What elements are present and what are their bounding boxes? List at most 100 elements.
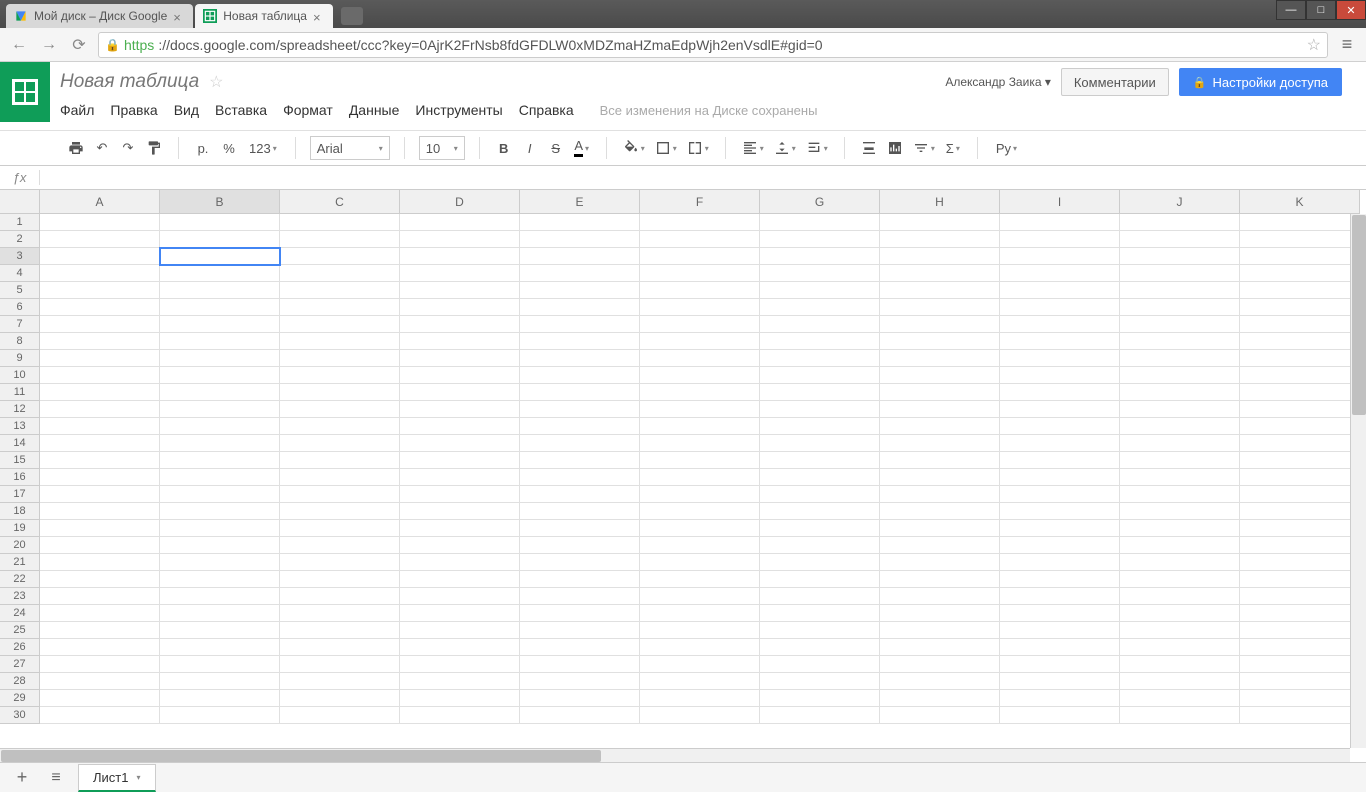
cell[interactable] — [760, 656, 880, 673]
cell[interactable] — [400, 639, 520, 656]
column-header[interactable]: K — [1240, 190, 1360, 214]
cell[interactable] — [880, 367, 1000, 384]
cell[interactable] — [880, 333, 1000, 350]
cell[interactable] — [160, 571, 280, 588]
cell[interactable] — [400, 452, 520, 469]
column-header[interactable]: C — [280, 190, 400, 214]
cell[interactable] — [760, 707, 880, 724]
cell[interactable] — [1120, 605, 1240, 622]
cell[interactable] — [880, 316, 1000, 333]
cell[interactable] — [1120, 537, 1240, 554]
all-sheets-button[interactable]: ≡ — [44, 766, 68, 790]
cell[interactable] — [1000, 656, 1120, 673]
horizontal-align-button[interactable]: ▾ — [740, 137, 766, 159]
cell[interactable] — [400, 282, 520, 299]
cell[interactable] — [160, 316, 280, 333]
cell[interactable] — [1120, 265, 1240, 282]
cell[interactable] — [880, 571, 1000, 588]
cell[interactable] — [1000, 265, 1120, 282]
cell[interactable] — [1000, 316, 1120, 333]
strikethrough-button[interactable]: S — [546, 137, 566, 159]
cell[interactable] — [280, 299, 400, 316]
cell[interactable] — [1240, 520, 1360, 537]
cell[interactable] — [1120, 554, 1240, 571]
cell[interactable] — [520, 503, 640, 520]
row-header[interactable]: 19 — [0, 520, 40, 537]
cell[interactable] — [1000, 520, 1120, 537]
cell[interactable] — [520, 554, 640, 571]
cell[interactable] — [400, 248, 520, 265]
cell[interactable] — [880, 673, 1000, 690]
cell[interactable] — [400, 503, 520, 520]
cell[interactable] — [880, 622, 1000, 639]
cell[interactable] — [640, 622, 760, 639]
row-header[interactable]: 2 — [0, 231, 40, 248]
cell[interactable] — [880, 282, 1000, 299]
cell[interactable] — [880, 503, 1000, 520]
cell[interactable] — [1240, 673, 1360, 690]
cell[interactable] — [280, 367, 400, 384]
cell[interactable] — [1120, 622, 1240, 639]
cell[interactable] — [1240, 435, 1360, 452]
cell[interactable] — [40, 435, 160, 452]
cell[interactable] — [400, 367, 520, 384]
cell[interactable] — [280, 214, 400, 231]
cell[interactable] — [760, 486, 880, 503]
cell[interactable] — [640, 265, 760, 282]
cell[interactable] — [1120, 707, 1240, 724]
cell[interactable] — [1240, 265, 1360, 282]
cell[interactable] — [40, 265, 160, 282]
cell[interactable] — [520, 571, 640, 588]
cell[interactable] — [400, 673, 520, 690]
cell[interactable] — [640, 231, 760, 248]
cell[interactable] — [640, 418, 760, 435]
cell[interactable] — [640, 588, 760, 605]
cell[interactable] — [40, 537, 160, 554]
cell[interactable] — [1120, 299, 1240, 316]
cell[interactable] — [280, 622, 400, 639]
cell[interactable] — [40, 231, 160, 248]
row-header[interactable]: 16 — [0, 469, 40, 486]
row-header[interactable]: 18 — [0, 503, 40, 520]
cell[interactable] — [640, 486, 760, 503]
cell[interactable] — [520, 690, 640, 707]
cell[interactable] — [760, 299, 880, 316]
cell[interactable] — [1000, 282, 1120, 299]
cell[interactable] — [1120, 656, 1240, 673]
browser-menu-button[interactable]: ≡ — [1336, 34, 1358, 56]
cell[interactable] — [280, 605, 400, 622]
window-maximize[interactable]: □ — [1306, 0, 1336, 20]
cell[interactable] — [280, 435, 400, 452]
cell[interactable] — [520, 639, 640, 656]
cell[interactable] — [640, 571, 760, 588]
menu-format[interactable]: Формат — [283, 102, 333, 118]
row-header[interactable]: 5 — [0, 282, 40, 299]
cell[interactable] — [400, 418, 520, 435]
cell[interactable] — [1240, 316, 1360, 333]
cell[interactable] — [400, 605, 520, 622]
cell[interactable] — [400, 316, 520, 333]
close-icon[interactable]: × — [173, 10, 185, 22]
menu-file[interactable]: Файл — [60, 102, 94, 118]
cell[interactable] — [520, 435, 640, 452]
cell[interactable] — [520, 452, 640, 469]
cell[interactable] — [520, 486, 640, 503]
cell[interactable] — [1240, 554, 1360, 571]
cell[interactable] — [760, 350, 880, 367]
cell[interactable] — [1120, 571, 1240, 588]
cell[interactable] — [880, 486, 1000, 503]
cell[interactable] — [520, 588, 640, 605]
cell[interactable] — [1120, 282, 1240, 299]
cell[interactable] — [880, 690, 1000, 707]
new-tab-button[interactable] — [341, 7, 363, 25]
cell[interactable] — [280, 707, 400, 724]
cell[interactable] — [1240, 214, 1360, 231]
cell[interactable] — [880, 231, 1000, 248]
cell[interactable] — [1000, 503, 1120, 520]
number-format-button[interactable]: 123▾ — [245, 137, 281, 159]
cell[interactable] — [640, 435, 760, 452]
cell[interactable] — [40, 333, 160, 350]
cell[interactable] — [1120, 333, 1240, 350]
cell[interactable] — [1000, 690, 1120, 707]
cell[interactable] — [40, 622, 160, 639]
